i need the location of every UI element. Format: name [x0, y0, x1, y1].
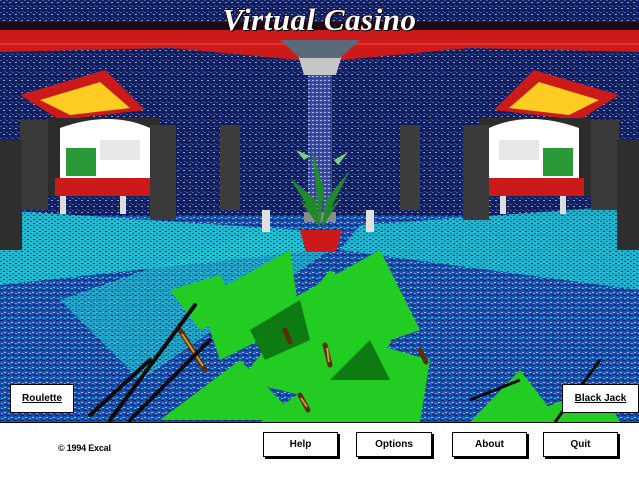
casino-window: Virtual Casino Roulette Black Jack © 199… [0, 0, 639, 483]
roulette-button[interactable]: Roulette [10, 384, 74, 413]
blackjack-button[interactable]: Black Jack [562, 384, 639, 413]
options-button[interactable]: Options [356, 432, 432, 457]
casino-lobby-scene[interactable]: Virtual Casino Roulette Black Jack [0, 0, 639, 422]
copyright-text: © 1994 Excal [58, 443, 111, 453]
about-button[interactable]: About [452, 432, 527, 457]
quit-button[interactable]: Quit [543, 432, 618, 457]
bottom-panel: © 1994 Excal Help Options About Quit [0, 422, 639, 483]
help-button[interactable]: Help [263, 432, 338, 457]
